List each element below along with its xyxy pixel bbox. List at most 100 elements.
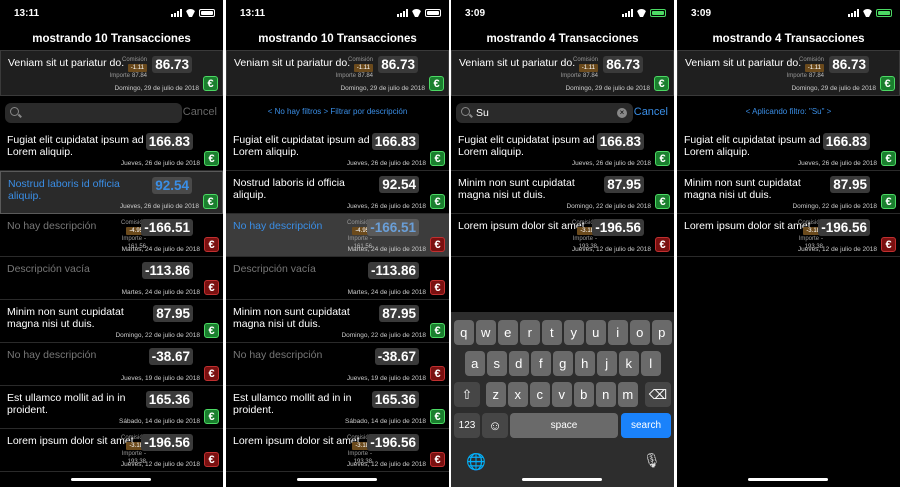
euro-icon: € (204, 452, 219, 467)
transaction-description: No hay descripción (233, 349, 323, 361)
transaction-row[interactable]: No hay descripción -38.67 Jueves, 19 de ju… (226, 343, 449, 386)
key-o[interactable]: o (630, 320, 650, 345)
transaction-description: Nostrud laboris id officia aliquip. (8, 178, 120, 202)
status-bar: 3:09 (451, 0, 674, 28)
import-label: Importe (335, 73, 356, 79)
transaction-row[interactable]: Nostrud laboris id officia aliquip. 92.54… (0, 171, 223, 214)
cellular-signal-icon (622, 9, 633, 17)
space-key[interactable]: space (510, 413, 618, 438)
numbers-key[interactable]: 123 (454, 413, 480, 438)
transaction-row[interactable]: Descripción vacía -113.86 Martes, 24 de ju… (0, 257, 223, 300)
summary-row: Veniam sit ut pariatur do. Comisión-1.11 I… (451, 50, 674, 96)
transaction-description: Minim non sunt cupidatat magna nisi ut d… (7, 306, 124, 330)
transaction-row[interactable]: Descripción vacía -113.86 Martes, 24 de ju… (226, 257, 449, 300)
fee-value: -1.11 (127, 64, 147, 72)
transaction-description: Est ullamco mollit ad in in proident. (7, 392, 126, 416)
search-key[interactable]: search (621, 413, 671, 438)
keyboard-row: qwertyuiop (451, 320, 674, 345)
key-d[interactable]: d (509, 351, 529, 376)
transaction-row[interactable]: Minim non sunt cupidatat magna nisi ut d… (226, 300, 449, 343)
key-l[interactable]: l (641, 351, 661, 376)
key-t[interactable]: t (542, 320, 562, 345)
globe-icon[interactable]: 🌐 (466, 452, 486, 472)
status-bar: 13:11 (226, 0, 449, 28)
clear-icon[interactable]: × (617, 108, 627, 118)
key-u[interactable]: u (586, 320, 606, 345)
transaction-row[interactable]: Lorem ipsum dolor sit amet Comisión-3.18 I… (226, 429, 449, 472)
key-q[interactable]: q (454, 320, 474, 345)
key-p[interactable]: p (652, 320, 672, 345)
screen-title: mostrando 10 Transacciones (258, 33, 417, 45)
search-bar: Su × Cancel (451, 100, 674, 128)
key-a[interactable]: a (465, 351, 485, 376)
transaction-row[interactable]: Est ullamco mollit ad in in proident. 165… (0, 386, 223, 429)
transaction-row[interactable]: Lorem ipsum dolor sit amet Comisión-3.18 I… (451, 214, 674, 257)
search-text: Su (476, 107, 489, 119)
transaction-date: Jueves, 26 de julio de 2018 (346, 203, 426, 210)
transaction-row[interactable]: Fugiat elit cupidatat ipsum ad Lorem ali… (451, 128, 674, 171)
key-r[interactable]: r (520, 320, 540, 345)
key-j[interactable]: j (597, 351, 617, 376)
search-input[interactable] (5, 103, 182, 123)
screen-title: mostrando 4 Transacciones (712, 33, 865, 45)
key-i[interactable]: i (608, 320, 628, 345)
summary-date: Domingo, 29 de julio de 2018 (114, 85, 199, 92)
transaction-amount: -166.51 (141, 219, 193, 236)
emoji-icon[interactable]: ☺ (482, 413, 508, 438)
key-g[interactable]: g (553, 351, 573, 376)
cancel-button[interactable]: Cancel (634, 106, 668, 118)
transaction-date: Jueves, 19 de julio de 2018 (120, 375, 200, 382)
key-z[interactable]: z (486, 382, 506, 407)
transaction-date: Jueves, 26 de julio de 2018 (571, 160, 651, 167)
transaction-row[interactable]: Est ullamco mollit ad in in proident. 165… (226, 386, 449, 429)
microphone-icon[interactable]: 🎙 (643, 452, 661, 469)
euro-icon: € (430, 194, 445, 209)
transaction-row[interactable]: Minim non sunt cupidatat magna nisi ut d… (677, 171, 900, 214)
transaction-row[interactable]: No hay descripción Comisión-4.95 Importe -1… (226, 214, 449, 257)
key-k[interactable]: k (619, 351, 639, 376)
cellular-signal-icon (848, 9, 859, 17)
transaction-row[interactable]: Lorem ipsum dolor sit amet Comisión-3.18 I… (0, 429, 223, 472)
transaction-row[interactable]: No hay descripción -38.67 Jueves, 19 de ju… (0, 343, 223, 386)
cancel-button[interactable]: Cancel (183, 106, 217, 118)
euro-icon: € (204, 280, 219, 295)
filter-status[interactable]: < Aplicando filtro: "Su" > (677, 96, 900, 128)
transaction-row[interactable]: Minim non sunt cupidatat magna nisi ut d… (0, 300, 223, 343)
transaction-row[interactable]: Minim non sunt cupidatat magna nisi ut d… (451, 171, 674, 214)
transaction-row[interactable]: No hay descripción Comisión-4.95 Importe -1… (0, 214, 223, 257)
import-label: Importe (347, 236, 368, 242)
transaction-row[interactable]: Nostrud laboris id officia aliquip. 92.54… (226, 171, 449, 214)
shift-icon[interactable]: ⇧ (454, 382, 480, 407)
key-y[interactable]: y (564, 320, 584, 345)
transaction-row[interactable]: Fugiat elit cupidatat ipsum ad Lorem ali… (0, 128, 223, 171)
euro-icon: € (430, 237, 445, 252)
summary-row: Veniam sit ut pariatur do. Comisión-1.11 I… (0, 50, 223, 96)
transaction-amount: 166.83 (822, 133, 870, 150)
transaction-row[interactable]: Fugiat elit cupidatat ipsum ad Lorem ali… (677, 128, 900, 171)
transaction-row[interactable]: Lorem ipsum dolor sit amet Comisión-3.18 I… (677, 214, 900, 257)
key-f[interactable]: f (531, 351, 551, 376)
transaction-date: Sábado, 14 de julio de 2018 (119, 418, 200, 425)
filter-status[interactable]: < No hay filtros > Filtrar por descripci… (226, 96, 449, 128)
import-label: Importe (347, 451, 368, 457)
home-indicator (71, 478, 151, 481)
key-s[interactable]: s (487, 351, 507, 376)
transaction-date: Jueves, 26 de julio de 2018 (120, 160, 200, 167)
key-b[interactable]: b (574, 382, 594, 407)
transaction-row[interactable]: Fugiat elit cupidatat ipsum ad Lorem ali… (226, 128, 449, 171)
screen-title: mostrando 4 Transacciones (486, 33, 639, 45)
search-input[interactable]: Su × (456, 103, 633, 123)
key-w[interactable]: w (476, 320, 496, 345)
key-m[interactable]: m (618, 382, 638, 407)
delete-icon[interactable]: ⌫ (645, 382, 671, 407)
key-x[interactable]: x (508, 382, 528, 407)
key-e[interactable]: e (498, 320, 518, 345)
wifi-icon (185, 9, 196, 17)
transaction-amount: -38.67 (374, 348, 419, 365)
search-bar: Cancel (0, 100, 223, 128)
transaction-description: Minim non sunt cupidatat magna nisi ut d… (458, 177, 575, 201)
key-v[interactable]: v (552, 382, 572, 407)
key-h[interactable]: h (575, 351, 595, 376)
key-c[interactable]: c (530, 382, 550, 407)
key-n[interactable]: n (596, 382, 616, 407)
